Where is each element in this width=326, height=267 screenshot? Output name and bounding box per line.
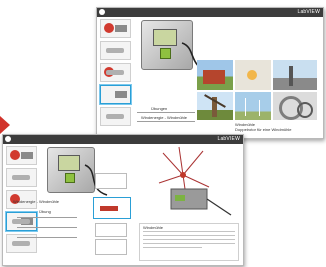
step-box-selected[interactable] — [93, 197, 131, 219]
photo-house[interactable] — [197, 60, 233, 90]
description-panel: Windmühle — [139, 223, 239, 261]
photo-gears[interactable] — [273, 92, 317, 120]
sidebar-item-thumbnail[interactable] — [100, 19, 131, 38]
sidebar — [98, 19, 131, 129]
windmill-model-image — [158, 146, 232, 216]
arrow-right-icon — [0, 116, 10, 134]
caption-topic: Windenergie - Windmühle — [13, 199, 60, 204]
sidebar-item-thumbnail[interactable] — [100, 63, 131, 82]
sidebar-item-thumbnail-selected[interactable] — [6, 212, 37, 231]
photo-mill[interactable] — [273, 60, 317, 90]
logo-icon — [99, 9, 105, 15]
panel-title: Windmühle — [143, 225, 164, 230]
caption-subtitle: Doppelrotor für eine Windmühle — [235, 127, 292, 132]
separator — [17, 237, 77, 238]
step-box[interactable] — [95, 223, 127, 237]
brand-label: LabVIEW — [297, 9, 320, 15]
logo-icon — [5, 136, 11, 142]
step-box[interactable] — [95, 239, 127, 255]
separator — [137, 112, 195, 113]
back-window: LabVIEW Übungen Windenergie - Windmühle — [96, 7, 324, 139]
caption-exercises: Übungen — [151, 106, 168, 111]
titlebar: LabVIEW — [3, 135, 243, 144]
caption-topic: Windenergie - Windmühle — [141, 115, 188, 120]
sidebar-item-thumbnail[interactable] — [100, 41, 131, 60]
titlebar: LabVIEW — [97, 8, 323, 17]
sidebar-item-thumbnail[interactable] — [6, 146, 37, 165]
page-indicator — [17, 259, 47, 263]
photo-wind-turbines[interactable] — [235, 92, 271, 120]
front-window: LabVIEW Windenergie - Windmühle Übung Wi… — [2, 134, 244, 266]
brand-label: LabVIEW — [217, 136, 240, 142]
photo-sun[interactable] — [235, 60, 271, 90]
sidebar-item-thumbnail-selected[interactable] — [100, 85, 131, 104]
photo-windmill-old[interactable] — [197, 92, 233, 120]
separator — [137, 121, 195, 122]
step-box[interactable] — [95, 173, 127, 189]
sidebar-item-thumbnail[interactable] — [6, 168, 37, 187]
sidebar-item-thumbnail[interactable] — [100, 107, 131, 126]
separator — [17, 227, 77, 228]
separator — [17, 217, 77, 218]
caption-exercise: Übung — [39, 209, 51, 214]
